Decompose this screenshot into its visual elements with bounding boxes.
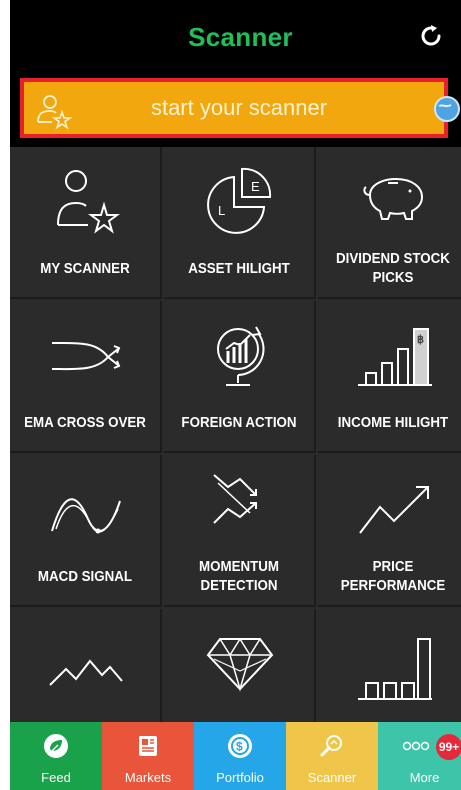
- momentum-zigzag-icon: [213, 474, 257, 524]
- grid-item-label: MACD SIGNAL: [37, 568, 133, 585]
- grid-item-ema-cross-over[interactable]: EMA CROSS OVER: [10, 301, 162, 453]
- magnifier-icon: [320, 735, 342, 757]
- tab-label: More: [409, 770, 440, 785]
- user-star-icon: [57, 170, 120, 234]
- grid-item-label: DIVIDEND STOCK PICKS: [336, 251, 450, 286]
- income-bars-icon: ฿: [358, 328, 432, 386]
- trend-up-arrow-icon: [359, 486, 429, 534]
- globe-chart-icon: [217, 326, 265, 386]
- grid-item-momentum-detection[interactable]: MOMENTUM DETECTION: [164, 455, 316, 607]
- tab-label: Portfolio: [216, 770, 264, 785]
- grid-item-asset-hilight[interactable]: E L ASSET HILIGHT: [164, 147, 316, 299]
- zigzag-line-icon: [49, 659, 123, 686]
- bottom-tab-bar: Feed Markets $ Portfolio Scanner 99+ Mor…: [10, 722, 461, 790]
- coin-icon: $: [228, 734, 252, 758]
- grid-item-foreign-action[interactable]: FOREIGN ACTION: [164, 301, 316, 453]
- tab-scanner[interactable]: Scanner: [286, 722, 378, 790]
- diamond-icon: [206, 637, 274, 692]
- newspaper-icon: [139, 736, 157, 756]
- grid-item-label: MOMENTUM DETECTION: [198, 559, 280, 594]
- grid-item-macd-signal[interactable]: MACD SIGNAL: [10, 455, 162, 607]
- notification-badge: 99+: [436, 734, 461, 760]
- grid-item-income-hilight[interactable]: ฿ INCOME HILIGHT: [318, 301, 461, 453]
- pie-chart-icon: E L: [207, 167, 272, 234]
- grid-item-label: EMA CROSS OVER: [24, 414, 146, 431]
- volume-bars-icon: [358, 638, 432, 700]
- tab-label: Feed: [41, 770, 71, 785]
- svg-text:E: E: [251, 179, 260, 194]
- refresh-icon[interactable]: [417, 22, 445, 50]
- grid-item-label: FOREIGN ACTION: [181, 414, 297, 431]
- grid-item-label: MY SCANNER: [40, 260, 130, 277]
- grid-item-label: ASSET HILIGHT: [188, 260, 290, 277]
- leaf-icon: [44, 734, 68, 758]
- svg-text:L: L: [218, 203, 225, 218]
- scanner-screen: Scanner start your scanner MY SCANNER E …: [10, 0, 461, 790]
- tab-more[interactable]: 99+ More: [378, 722, 461, 790]
- grid-item-label: PRICE PERFORMANCE: [340, 559, 446, 594]
- tab-feed[interactable]: Feed: [10, 722, 102, 790]
- tab-label: Scanner: [307, 770, 357, 785]
- more-dots-icon: [402, 741, 430, 751]
- grid-item-my-scanner[interactable]: MY SCANNER: [10, 147, 162, 299]
- grid-item-price-performance[interactable]: PRICE PERFORMANCE: [318, 455, 461, 607]
- header-bar: Scanner: [10, 0, 461, 72]
- banner-area: start your scanner: [10, 72, 461, 147]
- start-scanner-button[interactable]: start your scanner: [20, 78, 460, 138]
- tab-label: Markets: [124, 770, 172, 785]
- tab-markets[interactable]: Markets: [102, 722, 194, 790]
- wave-icon: [51, 498, 121, 534]
- grid-item-label: INCOME HILIGHT: [337, 414, 449, 431]
- banner-label: start your scanner: [150, 95, 328, 120]
- tab-portfolio[interactable]: $ Portfolio: [194, 722, 286, 790]
- crossover-lines-icon: [51, 341, 121, 371]
- grid-item-dividend-stock-picks[interactable]: DIVIDEND STOCK PICKS: [318, 147, 461, 299]
- svg-text:฿: ฿: [417, 334, 424, 346]
- piggy-bank-icon: [363, 177, 424, 220]
- svg-text:$: $: [236, 740, 243, 754]
- page-title: Scanner: [188, 22, 293, 52]
- globe-icon: [434, 96, 460, 122]
